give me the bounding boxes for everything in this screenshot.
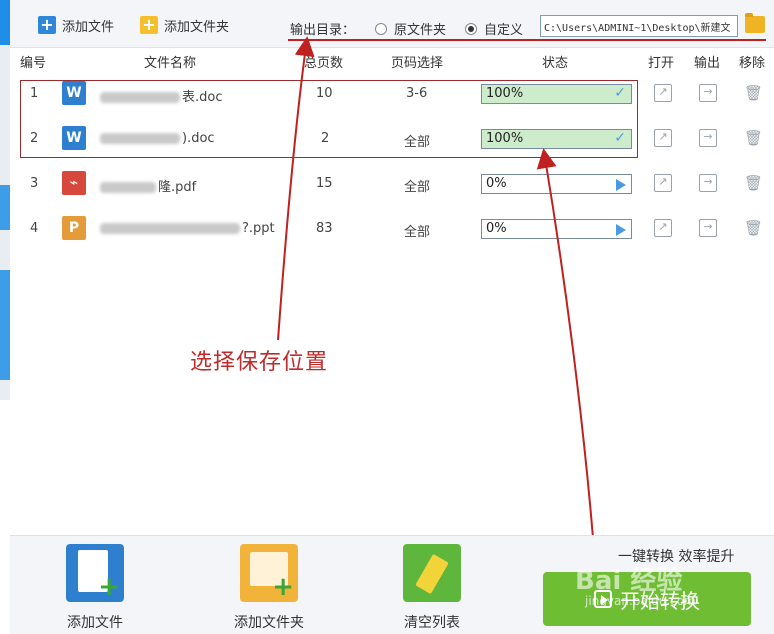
trash-icon[interactable]: 🗑 xyxy=(744,129,763,147)
add-file-big-label: 添加文件 xyxy=(67,615,123,631)
open-icon[interactable]: ↗ xyxy=(654,129,672,147)
output-icon[interactable]: → xyxy=(699,219,717,237)
row-number: 3 xyxy=(30,176,39,191)
sidebar-strip xyxy=(0,0,10,400)
output-icon[interactable]: → xyxy=(699,129,717,147)
ppt-file-icon: P xyxy=(62,216,86,240)
sidebar-active-marker xyxy=(0,0,10,45)
radio-original-folder[interactable]: 原文件夹 xyxy=(375,19,446,38)
radio-custom-label: 自定义 xyxy=(484,23,524,38)
add-folder-big-button[interactable]: + 添加文件夹 xyxy=(219,544,319,632)
add-folder-label: 添加文件夹 xyxy=(164,19,230,35)
plus-icon: + xyxy=(38,16,56,34)
open-icon[interactable]: ↗ xyxy=(654,84,672,102)
browse-folder-icon[interactable] xyxy=(745,13,765,33)
add-folder-button[interactable]: + 添加文件夹 xyxy=(140,14,229,36)
clear-list-button[interactable]: 清空列表 xyxy=(387,544,477,632)
col-status: 状态 xyxy=(542,56,569,71)
trash-icon[interactable]: 🗑 xyxy=(744,174,763,192)
add-file-label: 添加文件 xyxy=(62,19,115,35)
radio-selected-icon xyxy=(465,22,477,35)
annotation-text: 选择保存位置 xyxy=(190,350,329,375)
status-progress: 0% xyxy=(481,219,632,239)
page-count: 15 xyxy=(316,176,333,191)
col-page-range: 页码选择 xyxy=(391,56,444,71)
trash-icon[interactable]: 🗑 xyxy=(744,219,763,237)
status-progress: 0% xyxy=(481,174,632,194)
add-folder-icon: + xyxy=(240,544,298,602)
open-icon[interactable]: ↗ xyxy=(654,174,672,192)
sidebar-marker xyxy=(0,185,10,230)
row-number: 4 xyxy=(30,221,39,236)
pdf-file-icon: ⌁ xyxy=(62,171,86,195)
output-dir-label: 输出目录： xyxy=(290,23,356,38)
table-row[interactable]: 3 ⌁ 隆.pdf 15 全部 0% ↗ → 🗑 xyxy=(10,162,774,207)
clear-list-label: 清空列表 xyxy=(404,615,460,631)
sidebar-marker xyxy=(0,270,10,380)
add-file-icon: + xyxy=(66,544,124,602)
radio-original-label: 原文件夹 xyxy=(394,23,447,38)
file-name: 隆.pdf xyxy=(100,176,196,195)
watermark-text: Bai 经验 xyxy=(575,566,683,596)
table-header: 编号 文件名称 总页数 页码选择 状态 打开 输出 移除 xyxy=(10,48,774,72)
play-icon xyxy=(616,224,626,236)
play-icon xyxy=(616,179,626,191)
add-file-big-button[interactable]: + 添加文件 xyxy=(50,544,140,632)
app-window: + 添加文件 + 添加文件夹 输出目录： 原文件夹 自定义 C:\Users\A… xyxy=(0,0,774,634)
file-name: ?.ppt xyxy=(100,221,275,236)
page-range[interactable]: 全部 xyxy=(404,176,430,195)
col-open: 打开 xyxy=(648,56,675,71)
col-filename: 文件名称 xyxy=(144,56,197,71)
output-path-input[interactable]: C:\Users\ADMINI~1\Desktop\新建文 xyxy=(540,15,738,37)
annotation-underline xyxy=(288,39,766,41)
page-range[interactable]: 全部 xyxy=(404,221,430,240)
table-row[interactable]: 4 P ?.ppt 83 全部 0% ↗ → 🗑 xyxy=(10,207,774,252)
radio-custom[interactable]: 自定义 xyxy=(465,19,523,38)
col-remove: 移除 xyxy=(739,56,766,71)
output-icon[interactable]: → xyxy=(699,174,717,192)
open-icon[interactable]: ↗ xyxy=(654,219,672,237)
add-folder-big-label: 添加文件夹 xyxy=(234,615,304,631)
trash-icon[interactable]: 🗑 xyxy=(744,84,763,102)
col-pages: 总页数 xyxy=(304,56,344,71)
radio-icon xyxy=(375,22,387,35)
output-icon[interactable]: → xyxy=(699,84,717,102)
page-count: 83 xyxy=(316,221,333,236)
add-file-button[interactable]: + 添加文件 xyxy=(38,14,114,36)
watermark-url: jingyan.baidu.com xyxy=(585,594,696,608)
col-output: 输出 xyxy=(694,56,721,71)
annotation-box xyxy=(20,80,638,158)
col-number: 编号 xyxy=(20,56,47,71)
broom-icon xyxy=(403,544,461,602)
folder-plus-icon: + xyxy=(140,16,158,34)
